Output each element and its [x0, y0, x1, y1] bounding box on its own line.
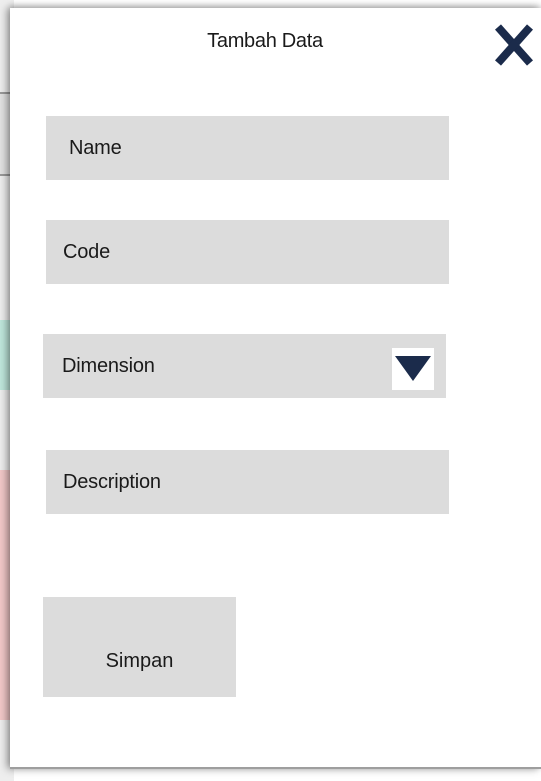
description-placeholder: Description	[63, 470, 161, 493]
save-button[interactable]: Simpan	[43, 597, 236, 697]
dimension-placeholder: Dimension	[62, 354, 155, 377]
name-placeholder: Name	[69, 136, 122, 159]
name-field[interactable]: Name	[46, 116, 449, 180]
modal-divider	[10, 767, 541, 769]
background-shape	[0, 320, 10, 390]
dimension-dropdown-button[interactable]	[392, 348, 434, 390]
code-placeholder: Code	[63, 240, 111, 263]
code-field[interactable]: Code	[46, 220, 449, 284]
close-icon[interactable]	[492, 22, 536, 68]
background-shape	[0, 470, 10, 720]
description-field[interactable]: Description	[46, 450, 449, 514]
modal-title: Tambah Data	[207, 30, 323, 52]
chevron-down-icon	[395, 356, 431, 381]
dimension-select[interactable]: Dimension	[43, 334, 446, 398]
